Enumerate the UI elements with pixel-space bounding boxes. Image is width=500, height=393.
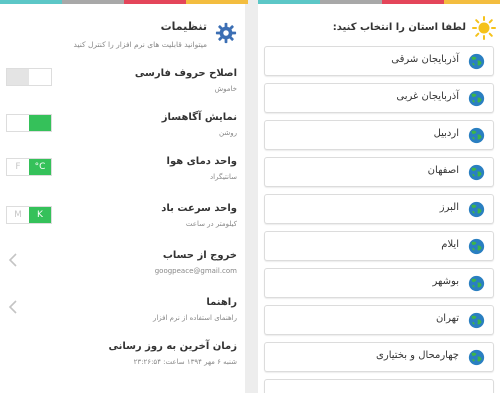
unit-celsius[interactable]: °C xyxy=(29,159,51,175)
province-name: بوشهر xyxy=(432,276,459,287)
settings-subtitle: میتوانید قابلیت های نرم افزار را کنترل ک… xyxy=(73,40,207,49)
wind-unit-selector[interactable]: M K xyxy=(6,206,52,224)
province-item[interactable]: اردبیل xyxy=(264,120,494,150)
province-item[interactable]: ایلام xyxy=(264,231,494,261)
stripe-gap xyxy=(248,0,258,4)
globe-icon xyxy=(468,90,485,107)
gear-icon xyxy=(215,22,237,44)
chevron-left-icon[interactable] xyxy=(8,300,18,314)
temperature-unit-selector[interactable]: F °C xyxy=(6,158,52,176)
province-name: اردبیل xyxy=(433,128,459,139)
setting-status: روشن xyxy=(219,129,237,137)
province-item[interactable]: البرز xyxy=(264,194,494,224)
globe-icon xyxy=(468,201,485,218)
setting-temperature-unit[interactable]: واحد دمای هوا سانتیگراد F °C xyxy=(0,156,245,190)
setting-help[interactable]: راهنما راهنمای استفاده از نرم افزار xyxy=(0,297,245,331)
persian-letters-toggle[interactable] xyxy=(6,68,52,86)
setting-title: اصلاح حروف فارسی xyxy=(134,68,237,79)
setting-title: واحد سرعت باد xyxy=(161,203,237,214)
setting-last-update: زمان آخرین به روز رسانی شنبه ۶ مهر ۱۳۹۴ … xyxy=(0,341,245,375)
account-email: googpeace@gmail.com xyxy=(154,267,237,275)
setting-persian-letters[interactable]: اصلاح حروف فارسی خاموش xyxy=(0,68,245,102)
unit-kph[interactable]: K xyxy=(29,207,51,223)
setting-title: زمان آخرین به روز رسانی xyxy=(108,341,237,352)
globe-icon xyxy=(468,312,485,329)
unit-fahrenheit[interactable]: F xyxy=(7,159,29,175)
sun-icon xyxy=(472,16,496,40)
setting-status: راهنمای استفاده از نرم افزار xyxy=(152,314,237,322)
setting-title: نمایش آگاهساز xyxy=(161,112,237,123)
setting-wind-unit[interactable]: واحد سرعت باد کیلومتر در ساعت M K xyxy=(0,203,245,237)
province-item[interactable]: تهران xyxy=(264,305,494,335)
province-name: البرز xyxy=(439,202,459,213)
setting-title: واحد دمای هوا xyxy=(166,156,237,167)
settings-panel: تنظیمات میتوانید قابلیت های نرم افزار را… xyxy=(0,4,245,393)
province-item[interactable]: چهارمحال و بختیاری xyxy=(264,342,494,372)
province-item[interactable]: اصفهان xyxy=(264,157,494,187)
toggle-knob xyxy=(29,115,51,131)
province-item[interactable]: آذربایجان شرقی xyxy=(264,46,494,76)
globe-icon xyxy=(468,275,485,292)
unit-mph[interactable]: M xyxy=(7,207,29,223)
province-item[interactable]: آذربایجان غربی xyxy=(264,83,494,113)
chevron-left-icon[interactable] xyxy=(8,253,18,267)
globe-icon xyxy=(468,164,485,181)
province-name: آذربایجان غربی xyxy=(396,91,459,102)
province-name: چهارمحال و بختیاری xyxy=(376,350,459,361)
province-name: آذربایجان شرقی xyxy=(391,54,459,65)
last-update-time: شنبه ۶ مهر ۱۳۹۴ ساعت: ۲۳:۲۶:۵۴ xyxy=(133,358,237,366)
globe-icon xyxy=(468,53,485,70)
province-name: تهران xyxy=(435,313,459,324)
setting-title: راهنما xyxy=(206,297,237,308)
province-prompt: لطفا استان را انتخاب کنید: xyxy=(332,22,466,33)
globe-icon xyxy=(468,238,485,255)
province-panel: لطفا استان را انتخاب کنید: آذربایجان شرق… xyxy=(258,4,500,393)
province-item[interactable]: بوشهر xyxy=(264,268,494,298)
setting-status: سانتیگراد xyxy=(210,173,237,181)
globe-icon xyxy=(468,127,485,144)
setting-title: خروج از حساب xyxy=(162,250,237,261)
settings-title: تنظیمات xyxy=(160,20,207,33)
setting-status: خاموش xyxy=(214,85,237,93)
setting-logout[interactable]: خروج از حساب googpeace@gmail.com xyxy=(0,250,245,284)
province-item-partial[interactable] xyxy=(264,379,494,393)
province-name: ایلام xyxy=(441,239,459,250)
province-name: اصفهان xyxy=(427,165,459,176)
notifier-toggle[interactable] xyxy=(6,114,52,132)
settings-header: تنظیمات میتوانید قابلیت های نرم افزار را… xyxy=(0,18,237,58)
globe-icon xyxy=(468,349,485,366)
setting-status: کیلومتر در ساعت xyxy=(185,220,237,228)
province-header: لطفا استان را انتخاب کنید: xyxy=(258,16,496,46)
toggle-knob xyxy=(7,69,29,85)
setting-notifier[interactable]: نمایش آگاهساز روشن xyxy=(0,112,245,146)
